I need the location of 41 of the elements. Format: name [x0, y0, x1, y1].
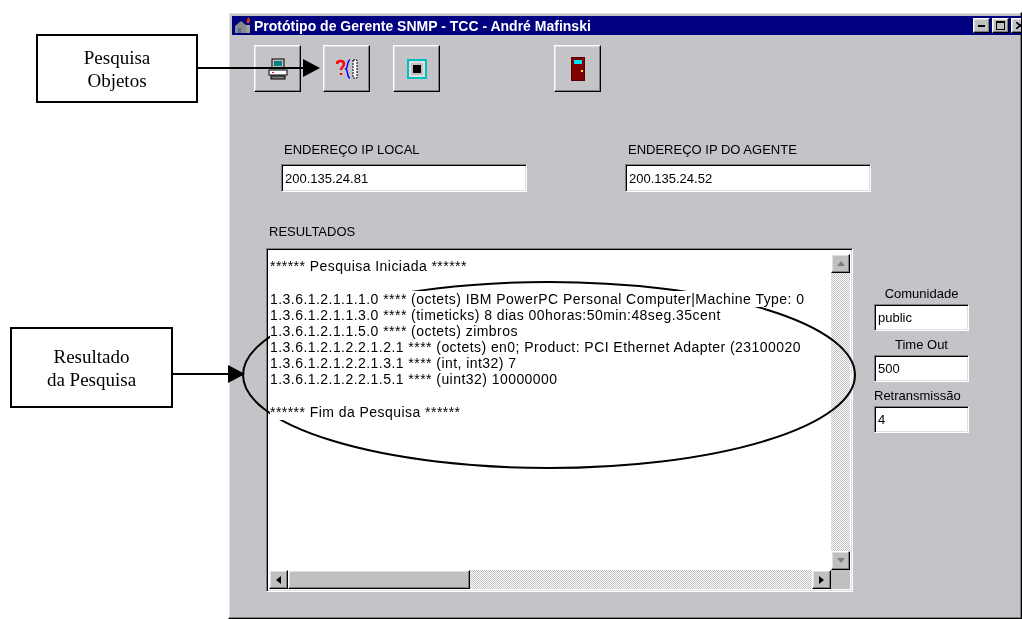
text-field[interactable]: public [874, 304, 969, 331]
toolbar-button[interactable] [554, 45, 601, 92]
minimize-icon [978, 24, 985, 27]
text-field[interactable]: 500 [874, 355, 969, 382]
field-label: ENDEREÇO IP DO AGENTE [628, 142, 797, 158]
scroll-up-button[interactable] [831, 254, 850, 273]
down-arrow-icon [836, 558, 845, 563]
field-label: Retransmissão [874, 388, 961, 404]
minimize-button[interactable] [973, 18, 990, 33]
scroll-thumb[interactable] [288, 570, 470, 589]
horizontal-scrollbar[interactable] [269, 570, 831, 589]
text-field[interactable]: 200.135.24.52 [625, 164, 871, 192]
field-label: Time Out [895, 337, 948, 353]
left-arrow-icon [276, 575, 281, 584]
text-field[interactable]: 200.135.24.81 [281, 164, 527, 192]
computer-icon [267, 57, 288, 80]
callout-text: Resultado da Pesquisa [46, 344, 137, 391]
section-label: RESULTADOS [269, 224, 357, 240]
text-field[interactable]: 4 [874, 406, 969, 433]
toolbar-button[interactable] [254, 45, 301, 92]
callout-text: Pesquisa Objetos [83, 45, 151, 92]
house-icon [234, 17, 251, 34]
results-text-area[interactable] [266, 248, 853, 592]
query-icon [334, 57, 359, 80]
close-icon [1015, 22, 1021, 29]
field-label: Comunidade [884, 286, 959, 302]
toolbar-button[interactable] [393, 45, 440, 92]
scroll-left-button[interactable] [269, 570, 288, 589]
maximize-icon [996, 21, 1005, 30]
scroll-down-button[interactable] [831, 551, 850, 570]
up-arrow-icon [836, 261, 845, 266]
door-icon [570, 56, 585, 81]
field-label: ENDEREÇO IP LOCAL [284, 142, 420, 158]
vertical-scrollbar[interactable] [831, 254, 850, 570]
maximize-button[interactable] [992, 18, 1009, 33]
window-title: Protótipo de Gerente SNMP - TCC - André Mafinski [254, 17, 592, 34]
stop-icon [406, 58, 427, 79]
scrollbar-corner [831, 570, 850, 589]
toolbar-button[interactable] [323, 45, 370, 92]
right-arrow-icon [819, 575, 824, 584]
scroll-right-button[interactable] [812, 570, 831, 589]
